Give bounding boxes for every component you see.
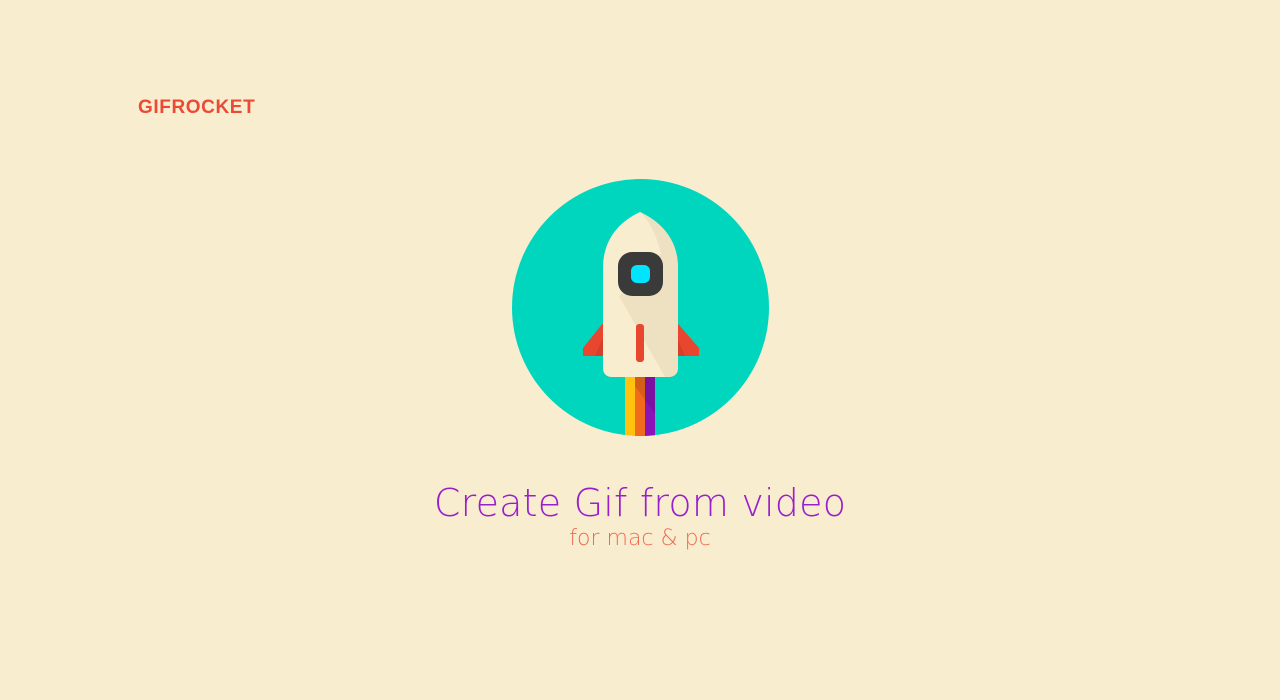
page-title: Create Gif from video [433,481,847,525]
rocket-stripe [636,324,644,362]
rocket-logo [511,178,770,437]
rocket-icon [512,179,769,436]
brand-logo-link[interactable]: GIFROCKET [138,97,255,119]
trail-yellow [625,368,635,436]
page-subtitle: for mac & pc [569,526,711,551]
